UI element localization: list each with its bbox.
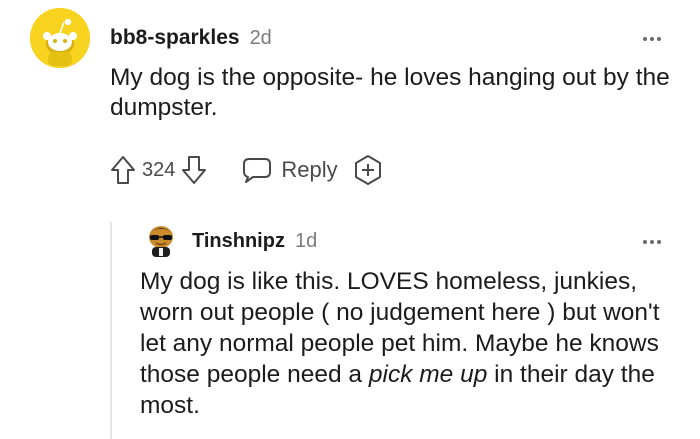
username[interactable]: Tinshnipz (192, 230, 285, 253)
snoo-avatar-icon (30, 8, 90, 68)
award-plus-icon (354, 155, 381, 185)
comment-meta: Tinshnipz 1d (192, 230, 317, 253)
vote-count: 324 (142, 158, 176, 181)
downvote-button[interactable] (181, 155, 207, 185)
sunglasses-character-avatar-icon (149, 226, 173, 257)
upvote-icon (111, 156, 135, 184)
reply-label: Reply (281, 157, 338, 182)
comment-body-italic: pick me up (368, 361, 488, 388)
comment-age[interactable]: 2d (250, 27, 272, 50)
downvote-icon (182, 156, 207, 184)
upvote-button[interactable] (110, 155, 136, 185)
comment-tinshnipz: Tinshnipz 1d My dog is like this. LOVES … (0, 210, 700, 439)
reply-bubble-icon (243, 158, 272, 183)
comment-bb8-sparkles: bb8-sparkles 2d My dog is the opposite- … (0, 0, 700, 210)
award-button[interactable] (352, 154, 384, 186)
comment-body: My dog is like this. LOVES homeless, jun… (140, 266, 680, 421)
reply-button[interactable]: Reply (241, 156, 338, 184)
user-avatar[interactable] (143, 222, 177, 257)
comment-actions: 324 Reply (110, 152, 384, 188)
comment-body: My dog is the opposite- he loves hanging… (110, 64, 670, 121)
user-avatar[interactable] (30, 8, 90, 68)
username[interactable]: bb8-sparkles (110, 26, 240, 50)
comment-age[interactable]: 1d (295, 230, 317, 253)
more-options-icon[interactable] (643, 240, 661, 244)
comment-meta: bb8-sparkles 2d (110, 26, 272, 50)
more-options-icon[interactable] (643, 37, 661, 41)
